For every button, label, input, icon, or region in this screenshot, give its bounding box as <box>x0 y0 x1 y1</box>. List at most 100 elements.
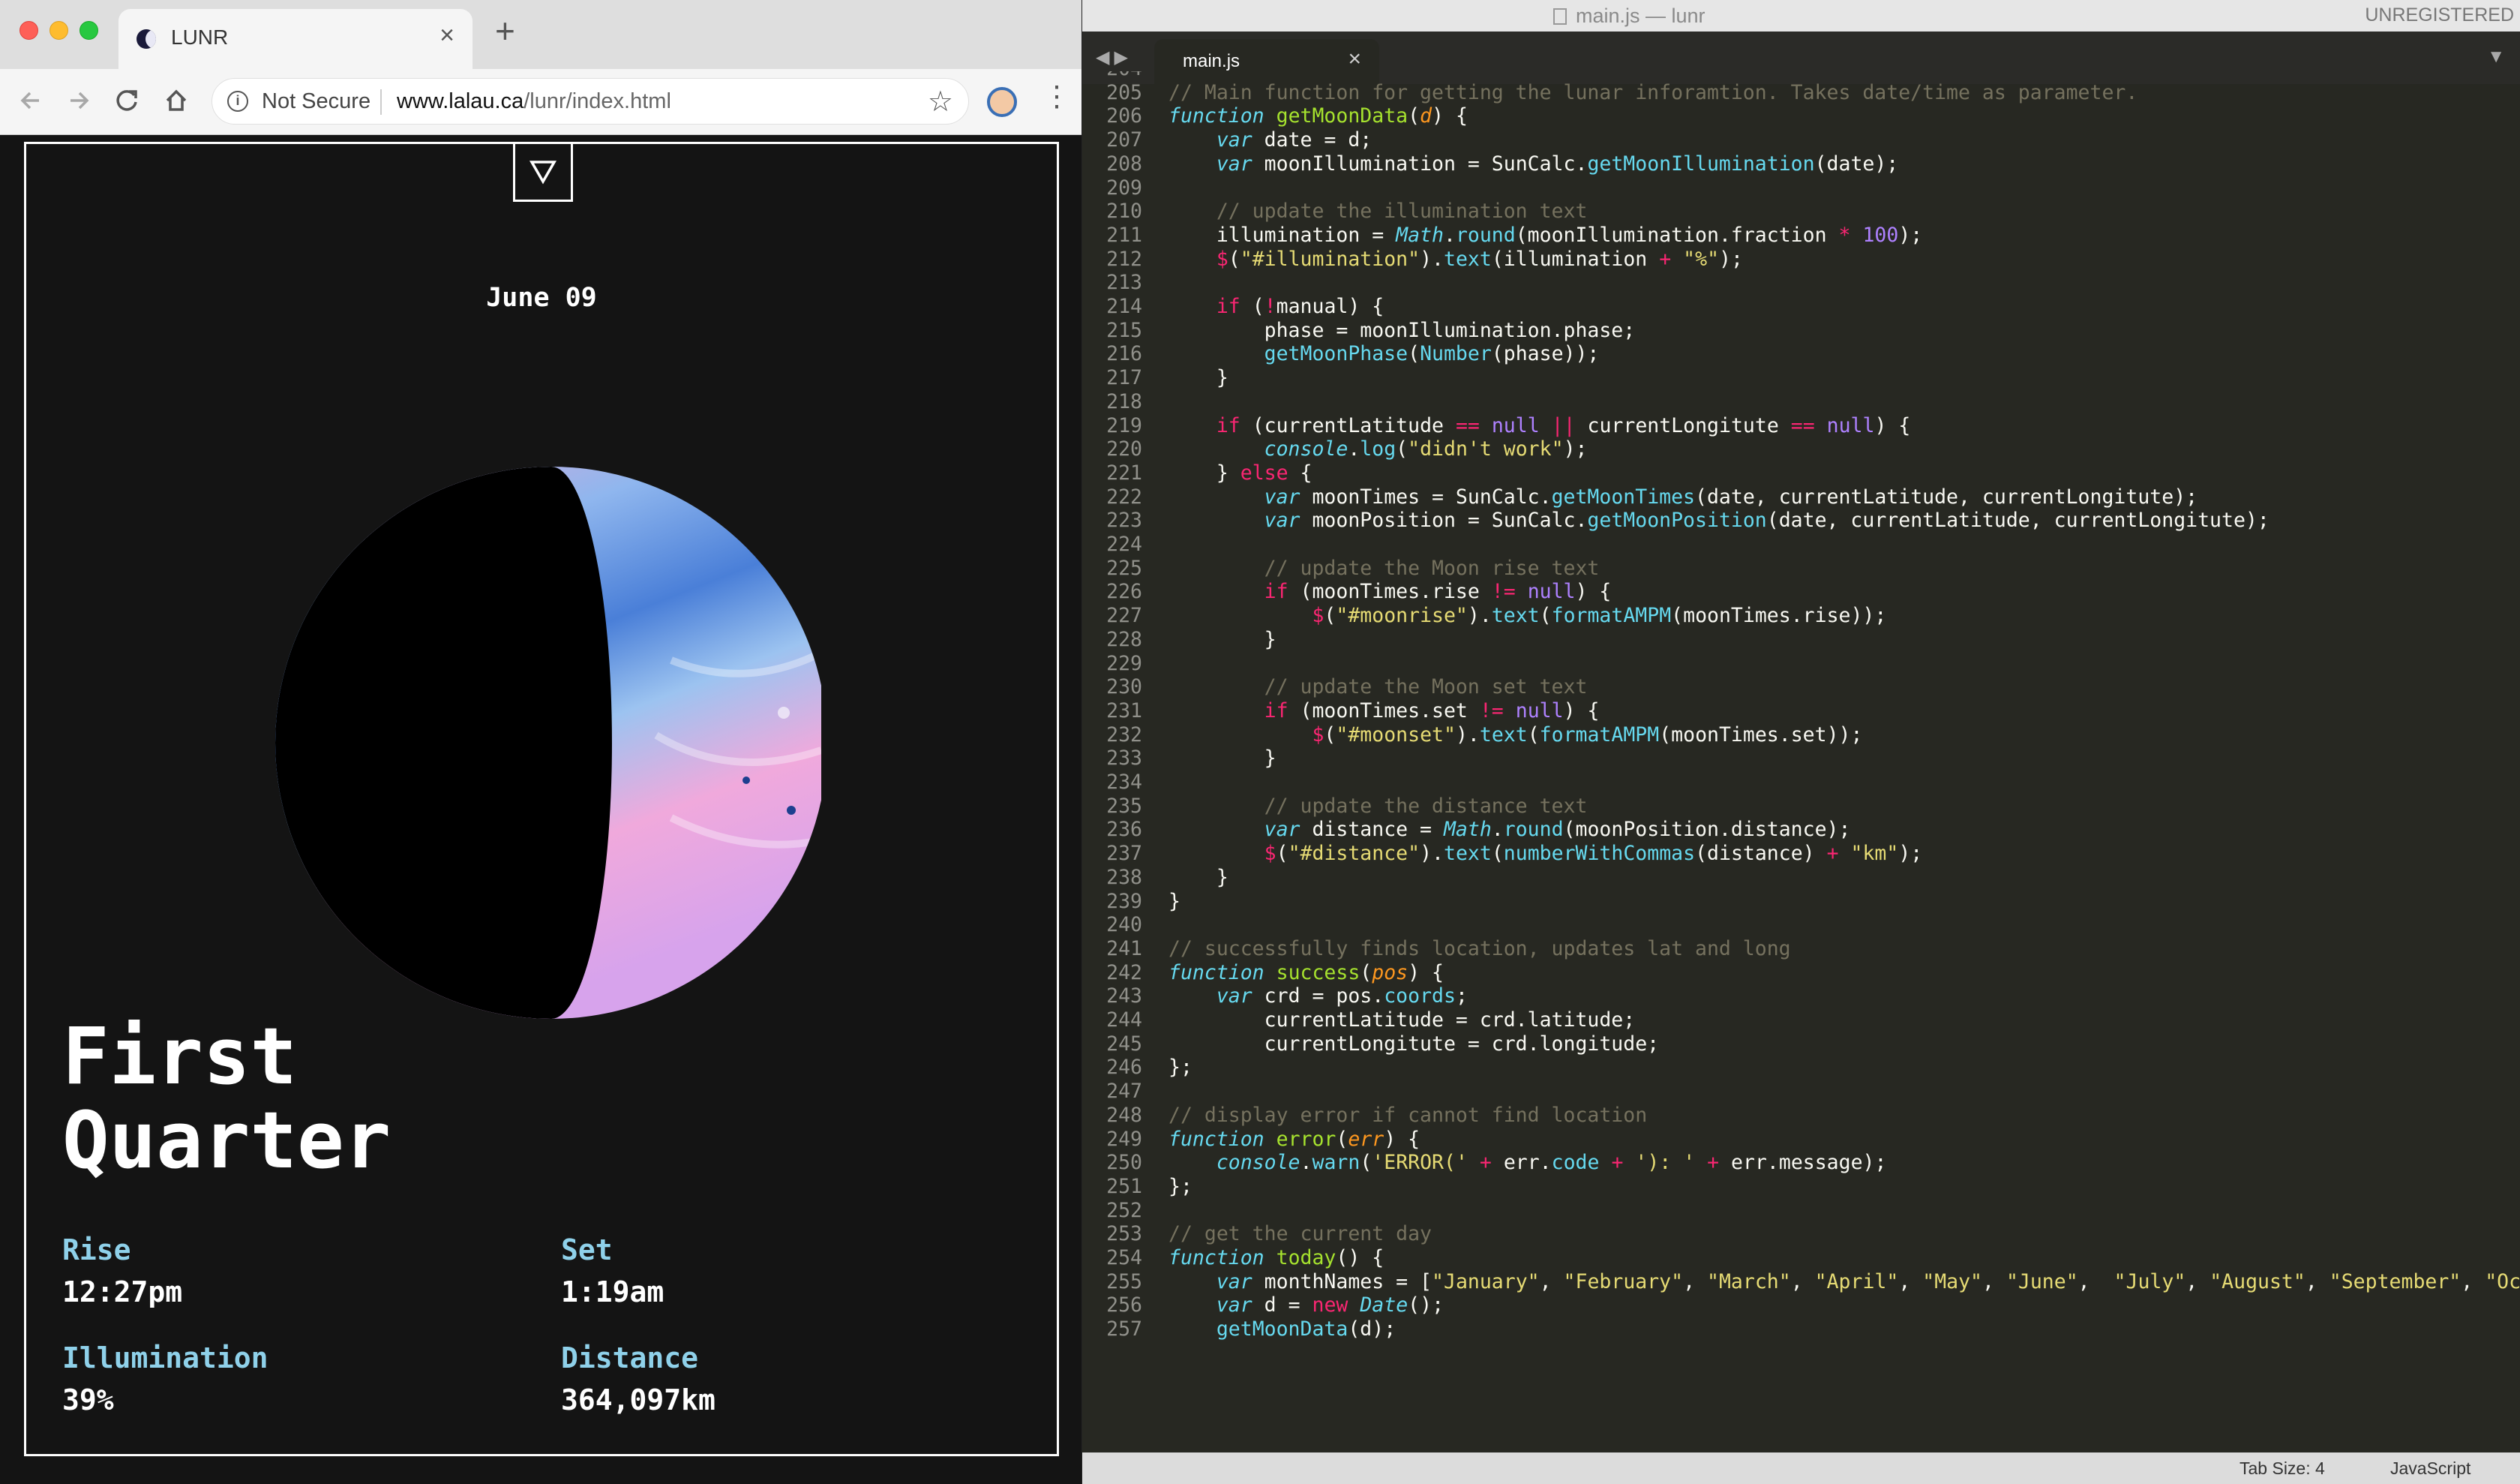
code-line[interactable]: 255 var monthNames = ["January", "Februa… <box>1082 1269 2520 1295</box>
info-icon[interactable]: i <box>227 91 248 112</box>
new-tab-button[interactable]: + <box>495 14 515 48</box>
code-line[interactable]: 224 <box>1082 532 1142 557</box>
code-line[interactable]: 226 if (moonTimes.rise != null) { <box>1082 579 1611 605</box>
code-line[interactable]: 250 console.warn('ERROR(' + err.code + '… <box>1082 1150 1886 1176</box>
address-bar[interactable]: i Not Secure www.lalau.ca/lunr/index.htm… <box>212 78 969 125</box>
code-line[interactable]: 215 phase = moonIllumination.phase; <box>1082 318 1635 344</box>
code-line[interactable]: 206 function getMoonData(d) { <box>1082 104 1468 129</box>
profile-avatar-icon[interactable] <box>987 87 1017 117</box>
code-line[interactable]: 223 var moonPosition = SunCalc.getMoonPo… <box>1082 508 2270 533</box>
code-line[interactable]: 249 function error(err) { <box>1082 1127 1420 1152</box>
close-tab-icon[interactable]: × <box>1348 47 1361 72</box>
close-window-button[interactable] <box>20 21 38 40</box>
minimize-window-button[interactable] <box>50 21 68 40</box>
code-line[interactable]: 243 var crd = pos.coords; <box>1082 984 1468 1009</box>
code-text: var moonIllumination = SunCalc.getMoonIl… <box>1216 152 1899 176</box>
code-line[interactable]: 213 <box>1082 270 1142 296</box>
code-line[interactable]: 210 // update the illumination text <box>1082 199 1587 224</box>
line-number: 254 <box>1106 1246 1142 1269</box>
line-number: 250 <box>1106 1151 1142 1175</box>
code-line[interactable]: 241 // successfully finds location, updat… <box>1082 936 1791 962</box>
url-text[interactable]: www.lalau.ca/lunr/index.html <box>397 89 671 114</box>
code-line[interactable]: 252 <box>1082 1198 1142 1224</box>
code-area[interactable]: 204205// Main function for getting the l… <box>1082 71 2520 1452</box>
code-line[interactable]: 230 // update the Moon set text <box>1082 674 1587 700</box>
code-line[interactable]: 227 $("#moonrise").text(formatAMPM(moonT… <box>1082 603 1886 629</box>
code-line[interactable]: 212 $("#illumination").text(illumination… <box>1082 247 1743 272</box>
code-line[interactable]: 254 function today() { <box>1082 1245 1384 1271</box>
code-line[interactable]: 245 currentLongitute = crd.longitude; <box>1082 1032 1659 1057</box>
line-number: 240 <box>1106 913 1142 937</box>
home-icon[interactable] <box>164 84 189 122</box>
code-line[interactable]: 216 getMoonPhase(Number(phase)); <box>1082 341 1599 367</box>
tab-size-indicator[interactable]: Tab Size: 4 <box>2240 1458 2325 1479</box>
code-line[interactable]: 220 console.log("didn't work"); <box>1082 437 1587 462</box>
code-line[interactable]: 234 <box>1082 770 1142 795</box>
code-line[interactable]: 247 <box>1082 1079 1142 1104</box>
syntax-indicator[interactable]: JavaScript <box>2390 1458 2470 1479</box>
code-line[interactable]: 218 <box>1082 389 1142 415</box>
code-line[interactable]: 256 var d = new Date(); <box>1082 1293 1444 1318</box>
line-number: 232 <box>1106 722 1142 747</box>
kebab-menu-icon[interactable]: ⋮ <box>1042 83 1071 111</box>
line-number: 219 <box>1106 413 1142 437</box>
code-line[interactable]: 253 // get the current day <box>1082 1221 1432 1247</box>
line-number: 223 <box>1106 509 1142 533</box>
code-line[interactable]: 207 var date = d; <box>1082 128 1372 153</box>
code-line[interactable]: 209 <box>1082 176 1142 201</box>
browser-tab-lunr[interactable]: LUNR × <box>118 9 472 69</box>
code-line[interactable]: 205 // Main function for getting the luna… <box>1082 80 2138 106</box>
code-line[interactable]: 242 function success(pos) { <box>1082 960 1444 986</box>
menu-toggle-button[interactable] <box>513 142 573 202</box>
line-number: 234 <box>1106 771 1142 794</box>
code-text: // Main function for getting the lunar i… <box>1168 80 2138 104</box>
reload-icon[interactable] <box>114 84 140 122</box>
moon-shadow <box>275 467 612 1019</box>
code-line[interactable]: 217 } <box>1082 365 1228 391</box>
code-text: // update the distance text <box>1168 794 1588 818</box>
code-line[interactable]: 219 if (currentLatitude == null || curre… <box>1082 413 1910 439</box>
moon-speckle <box>778 707 790 719</box>
code-line[interactable]: 231 if (moonTimes.set != null) { <box>1082 698 1599 724</box>
line-number: 213 <box>1106 271 1142 295</box>
code-text: currentLatitude = crd.latitude; <box>1168 1008 1636 1032</box>
code-line[interactable]: 211 illumination = Math.round(moonIllumi… <box>1082 223 1922 248</box>
code-line[interactable]: 235 // update the distance text <box>1082 794 1587 819</box>
code-line[interactable]: 225 // update the Moon rise text <box>1082 556 1599 581</box>
close-tab-icon[interactable]: × <box>440 21 454 50</box>
code-line[interactable]: 214 if (!manual) { <box>1082 294 1384 320</box>
code-line[interactable]: 208 var moonIllumination = SunCalc.getMo… <box>1082 152 1898 177</box>
code-line[interactable]: 246}; <box>1082 1055 1192 1080</box>
code-line[interactable]: 228 } <box>1082 627 1276 653</box>
line-number: 216 <box>1106 342 1142 366</box>
forward-arrow-icon[interactable] <box>68 84 90 122</box>
code-line[interactable]: 222 var moonTimes = SunCalc.getMoonTimes… <box>1082 485 2198 510</box>
code-line[interactable]: 237 $("#distance").text(numberWithCommas… <box>1082 841 1922 867</box>
code-line[interactable]: 244 currentLatitude = crd.latitude; <box>1082 1008 1635 1033</box>
editor-window-title-text: main.js — lunr <box>1576 5 1706 27</box>
line-number: 220 <box>1106 437 1142 461</box>
line-number: 207 <box>1106 128 1142 152</box>
code-text: console.warn('ERROR(' + err.code + '): '… <box>1216 1151 1887 1175</box>
code-line[interactable]: 239} <box>1082 889 1180 915</box>
bookmark-star-icon[interactable]: ☆ <box>928 85 953 119</box>
line-number: 251 <box>1106 1174 1142 1198</box>
code-line[interactable]: 248 // display error if cannot find locat… <box>1082 1103 1647 1128</box>
code-line[interactable]: 236 var distance = Math.round(moonPositi… <box>1082 817 1850 843</box>
code-line[interactable]: 257 getMoonData(d); <box>1082 1317 1396 1342</box>
code-line[interactable]: 232 $("#moonset").text(formatAMPM(moonTi… <box>1082 722 1862 748</box>
code-line[interactable]: 221 } else { <box>1082 461 1312 486</box>
moon-date: June 09 <box>486 283 597 313</box>
code-line[interactable]: 229 <box>1082 651 1142 677</box>
tab-navigation-arrows-icon[interactable]: ◀▶ <box>1096 47 1132 68</box>
zoom-window-button[interactable] <box>80 21 98 40</box>
tab-list-dropdown-icon[interactable]: ▼ <box>2487 47 2505 68</box>
code-line[interactable]: 233 } <box>1082 746 1276 771</box>
code-line[interactable]: 251}; <box>1082 1174 1192 1200</box>
back-arrow-icon[interactable] <box>20 84 42 122</box>
code-line[interactable]: 240 <box>1082 912 1142 938</box>
code-text: illumination = Math.round(moonIlluminati… <box>1168 223 1923 247</box>
code-line[interactable]: 238 } <box>1082 865 1228 891</box>
set-value: 1:19am <box>561 1275 664 1308</box>
code-text: } else { <box>1168 461 1312 485</box>
